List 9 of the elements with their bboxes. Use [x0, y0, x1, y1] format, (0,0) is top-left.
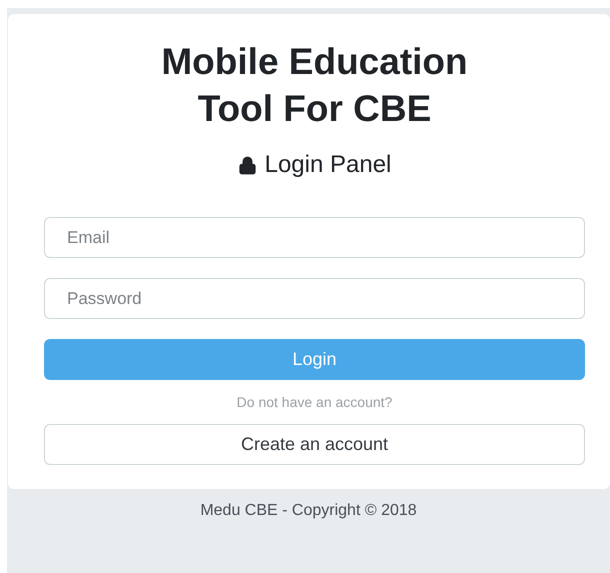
signup-prompt: Do not have an account?	[236, 393, 392, 412]
input-field[interactable]: Password	[44, 278, 585, 319]
input-field[interactable]: Email	[44, 217, 585, 258]
create-account-button[interactable]: Create an account	[44, 424, 585, 465]
panel-title: Login Panel	[264, 150, 392, 180]
app-title: Tool For CBE	[198, 87, 432, 131]
footer-text: Medu CBE - Copyright © 2018	[200, 501, 417, 521]
app-title: Mobile Education	[161, 40, 468, 84]
lock-icon	[238, 156, 257, 174]
